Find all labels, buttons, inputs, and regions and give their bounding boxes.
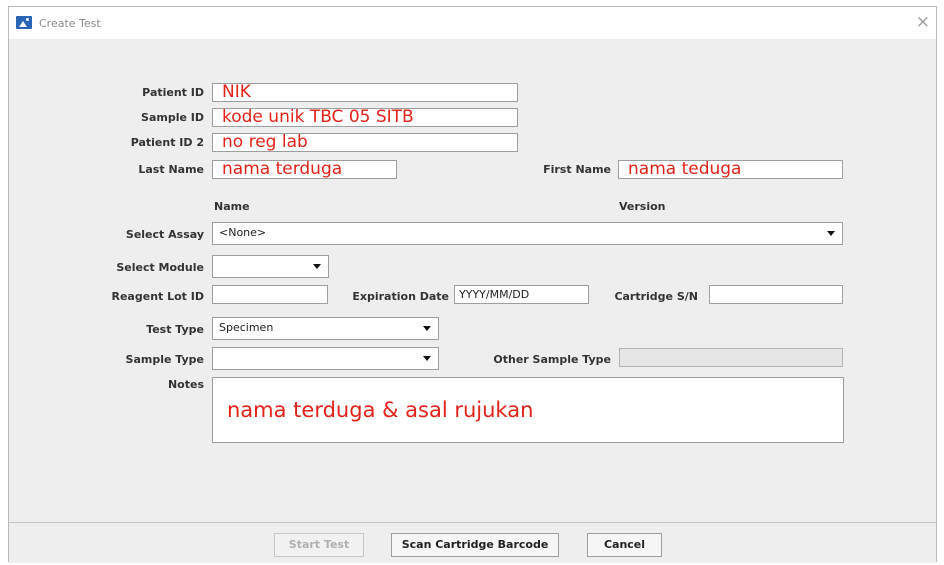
app-image-icon	[16, 16, 32, 29]
cancel-button[interactable]: Cancel	[587, 533, 662, 557]
test-type-dropdown[interactable]: Specimen	[212, 317, 439, 340]
name-column-header: Name	[214, 200, 250, 213]
select-module-dropdown[interactable]	[212, 255, 329, 278]
select-assay-value: <None>	[219, 226, 267, 239]
patient-id-2-input[interactable]: no reg lab	[212, 133, 518, 152]
form-panel: Patient ID NIK Sample ID kode unik TBC 0…	[9, 39, 936, 522]
scan-cartridge-barcode-button[interactable]: Scan Cartridge Barcode	[391, 533, 559, 557]
select-assay-label: Select Assay	[125, 228, 204, 241]
notes-textarea[interactable]: nama terduga & asal rujukan	[212, 377, 844, 443]
sample-type-dropdown[interactable]	[212, 347, 439, 370]
select-module-label: Select Module	[116, 261, 204, 274]
select-assay-dropdown[interactable]: <None>	[212, 222, 843, 245]
chevron-down-icon	[313, 264, 321, 269]
first-name-label: First Name	[543, 163, 611, 176]
start-test-button[interactable]: Start Test	[274, 533, 364, 557]
expiration-date-input[interactable]: YYYY/MM/DD	[454, 285, 589, 304]
notes-label: Notes	[167, 378, 204, 391]
other-sample-type-input	[619, 348, 843, 367]
expiration-date-label: Expiration Date	[352, 290, 449, 303]
patient-id-label: Patient ID	[142, 86, 204, 99]
reagent-lot-id-input[interactable]	[212, 285, 328, 304]
chevron-down-icon	[423, 356, 431, 361]
last-name-input[interactable]: nama terduga	[212, 160, 397, 179]
chevron-down-icon	[423, 326, 431, 331]
sample-id-input[interactable]: kode unik TBC 05 SITB	[212, 108, 518, 127]
window-title: Create Test	[39, 17, 101, 30]
notes-text: nama terduga & asal rujukan	[227, 398, 534, 422]
create-test-dialog: Create Test × Patient ID NIK Sample ID k…	[8, 6, 937, 563]
reagent-lot-id-label: Reagent Lot ID	[111, 290, 205, 303]
other-sample-type-label: Other Sample Type	[493, 353, 611, 366]
test-type-value: Specimen	[219, 321, 274, 334]
last-name-label: Last Name	[138, 163, 204, 176]
version-column-header: Version	[619, 200, 666, 213]
sample-id-label: Sample ID	[141, 111, 204, 124]
cartridge-sn-input[interactable]	[709, 285, 843, 304]
first-name-input[interactable]: nama teduga	[618, 160, 843, 179]
patient-id-input[interactable]: NIK	[212, 83, 518, 102]
sample-type-label: Sample Type	[125, 353, 204, 366]
test-type-label: Test Type	[146, 323, 204, 336]
chevron-down-icon	[827, 231, 835, 236]
patient-id-2-label: Patient ID 2	[130, 136, 204, 149]
title-bar: Create Test ×	[9, 7, 936, 39]
button-bar: Start Test Scan Cartridge Barcode Cancel	[9, 522, 936, 563]
close-icon[interactable]: ×	[916, 13, 930, 31]
cartridge-sn-label: Cartridge S/N	[614, 290, 698, 303]
